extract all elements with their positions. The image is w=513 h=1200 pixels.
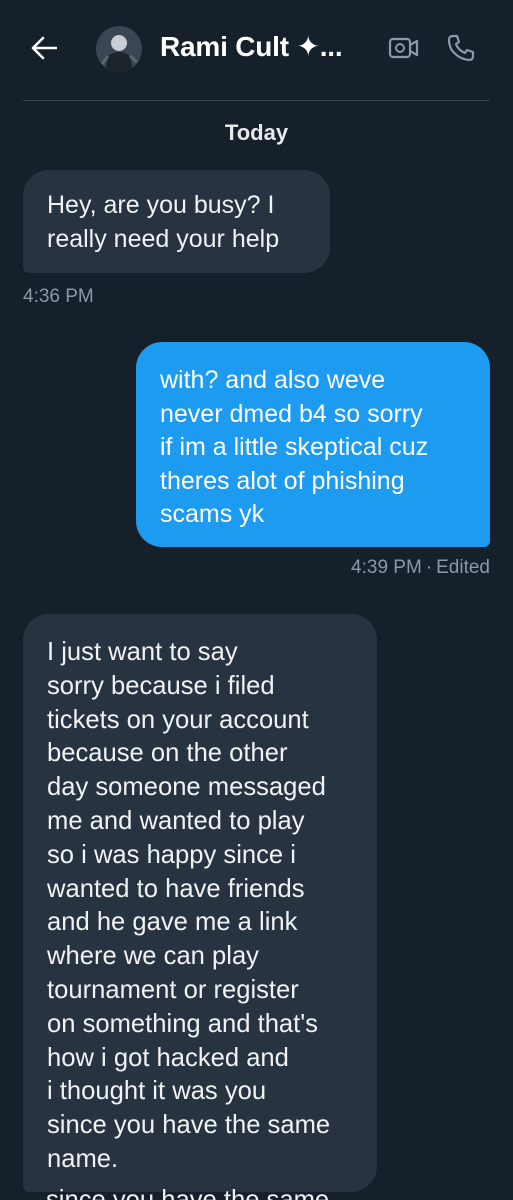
avatar-image	[96, 26, 142, 72]
message-text-line: how i got hacked and	[47, 1043, 289, 1072]
incoming-message-bubble[interactable]: I just want to say sorry because i filed…	[23, 614, 377, 1192]
voice-call-button[interactable]	[444, 30, 478, 66]
day-separator: Today	[224, 120, 289, 145]
message-meta: 4:39 PM · Edited	[351, 557, 490, 579]
phone-icon	[447, 34, 475, 62]
message-text-line: tickets on your account	[47, 705, 309, 734]
message-text-line: and he gave me a link	[47, 908, 298, 937]
message-text-line: name.	[47, 1144, 119, 1173]
dm-conversation-screen: Rami Cult ✦... Today Hey, are you busy? …	[0, 0, 513, 1200]
message-text-line: since you have the same	[47, 1111, 331, 1140]
message-text-line: where we can play	[47, 942, 259, 971]
contact-name[interactable]: Rami Cult ✦...	[160, 30, 343, 63]
edited-label: Edited	[436, 557, 490, 578]
message-text-line: day someone messaged	[47, 773, 326, 802]
message-text-line: wanted to have friends	[47, 874, 305, 903]
message-timestamp: 4:39 PM	[351, 557, 422, 578]
meta-separator: ·	[425, 557, 433, 578]
incoming-message-bubble[interactable]: Hey, are you busy? I really need your he…	[23, 170, 330, 273]
message-text-line: on something and that's	[47, 1009, 318, 1038]
message-text-line: I just want to say	[47, 638, 238, 666]
message-text-line: sorry because i filed	[47, 671, 275, 700]
message-text-line: really need your help	[47, 224, 280, 253]
arrow-left-icon	[31, 36, 57, 60]
conversation-header: Rami Cult ✦...	[0, 0, 513, 100]
next-message-peek: since you have the same	[46, 1186, 330, 1200]
video-call-button[interactable]	[387, 31, 421, 65]
message-text-line: never dmed b4 so sorry	[160, 399, 423, 428]
message-text-line: Hey, are you busy? I	[47, 191, 275, 219]
message-text-line: me and wanted to play	[47, 806, 305, 835]
avatar[interactable]	[96, 26, 142, 72]
message-timestamp: 4:36 PM	[23, 286, 94, 307]
message-text-line: theres alot of phishing	[160, 466, 405, 495]
video-call-icon	[388, 37, 419, 59]
message-text-line: if im a little skeptical cuz	[160, 433, 429, 461]
message-text-line: with? and also weve	[160, 366, 386, 394]
message-text-line: scams yk	[160, 500, 265, 528]
message-text-line: tournament or register	[47, 975, 299, 1004]
outgoing-message-bubble[interactable]: with? and also weve never dmed b4 so sor…	[136, 342, 490, 547]
message-text-line: i thought it was you	[47, 1077, 267, 1106]
header-divider	[23, 100, 490, 101]
back-button[interactable]	[22, 30, 66, 66]
message-text-line: so i was happy since i	[47, 840, 296, 869]
message-text-line: because on the other	[47, 739, 288, 768]
